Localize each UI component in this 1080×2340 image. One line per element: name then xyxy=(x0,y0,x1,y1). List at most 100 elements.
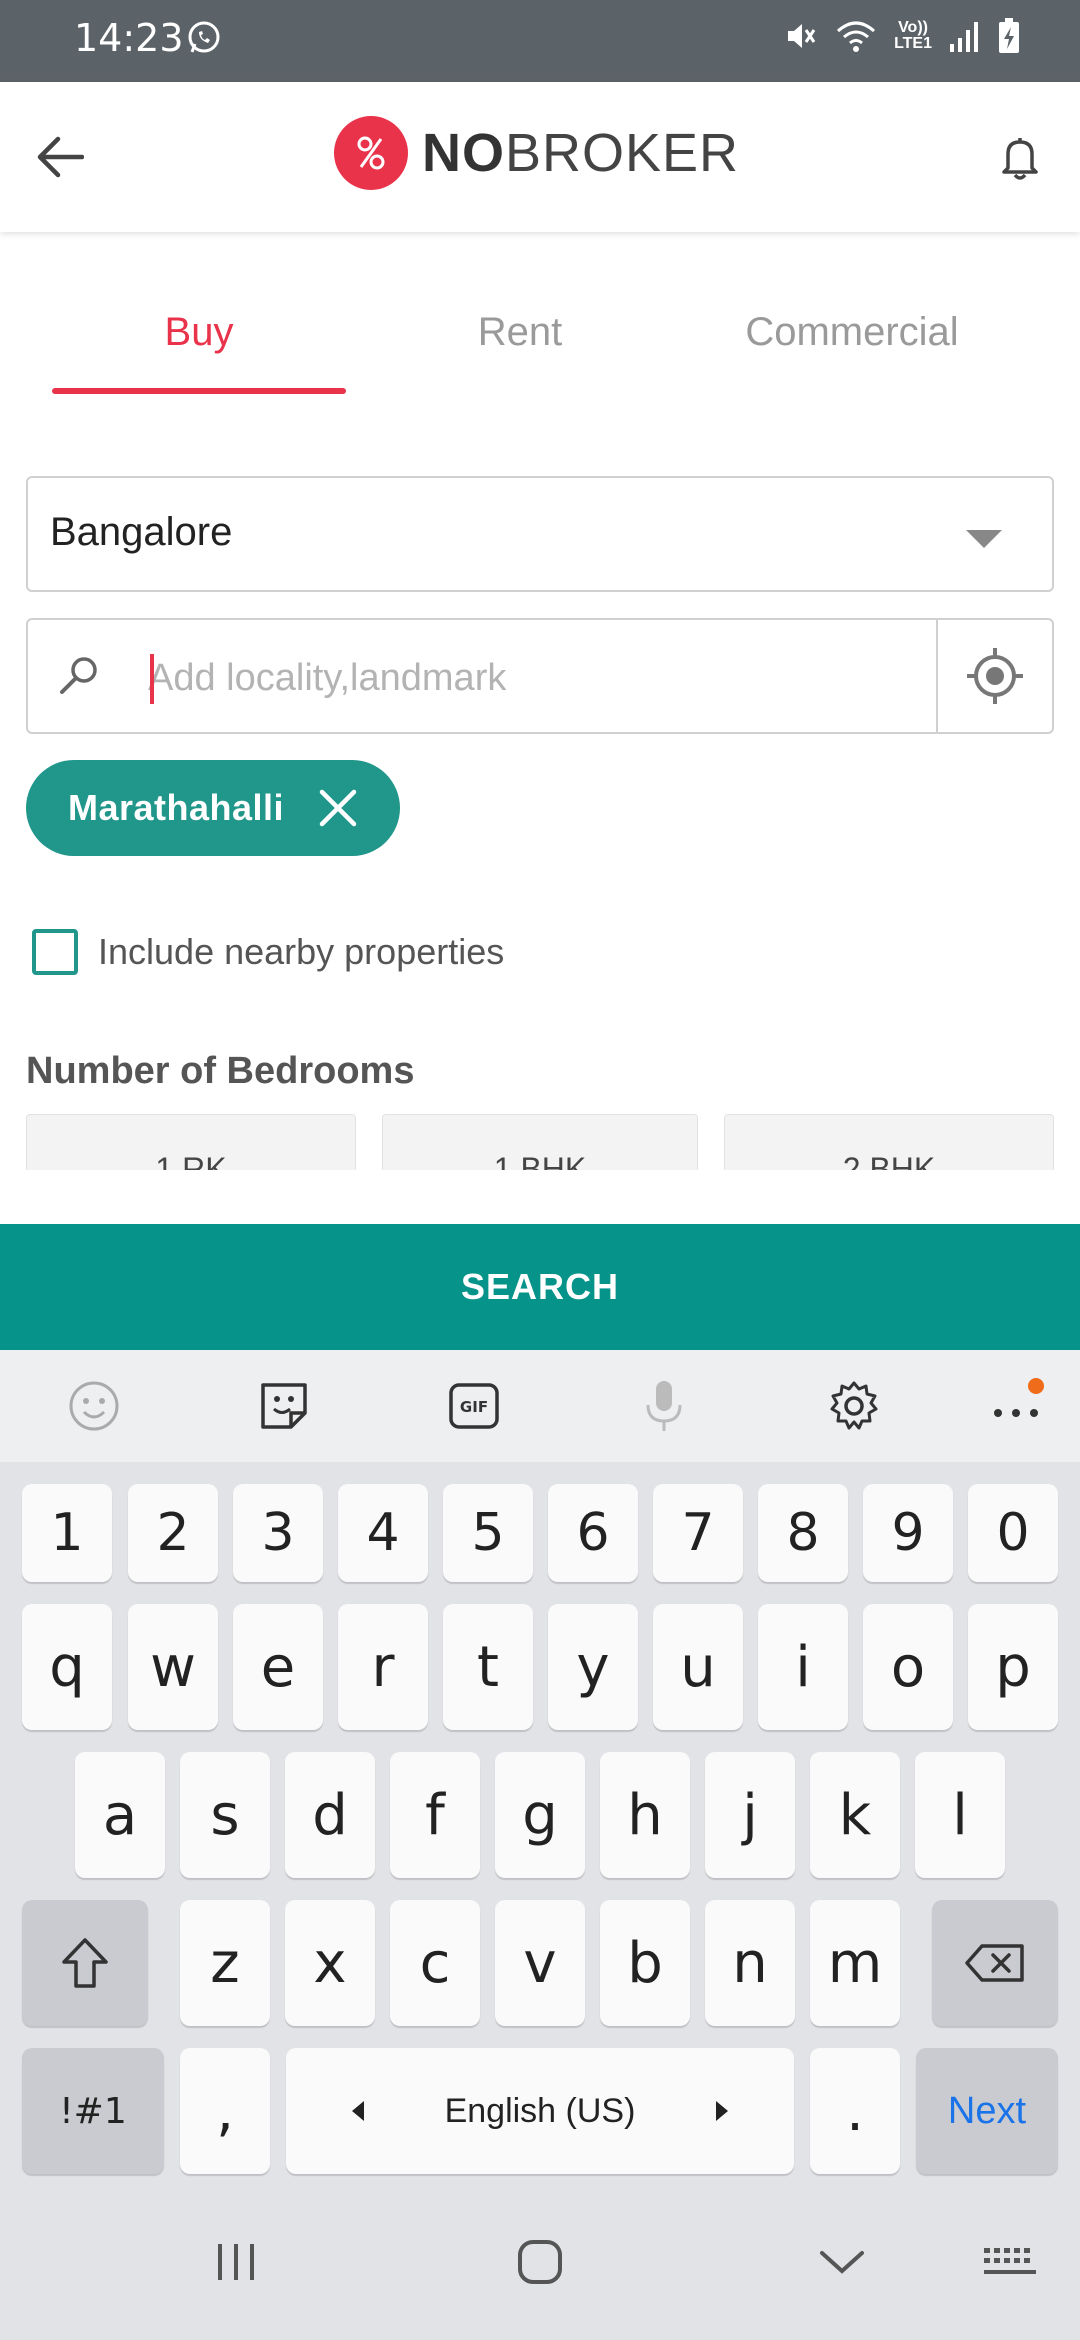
key-a[interactable]: a xyxy=(75,1752,165,1878)
key-5[interactable]: 5 xyxy=(443,1484,533,1582)
key-s[interactable]: s xyxy=(180,1752,270,1878)
hide-keyboard-button[interactable] xyxy=(802,2222,882,2302)
bedroom-options: 1 RK 1 BHK 2 BHK xyxy=(26,1114,1056,1170)
bedrooms-title: Number of Bedrooms xyxy=(26,1050,415,1092)
notification-dot xyxy=(1028,1378,1044,1394)
sticker-icon[interactable] xyxy=(256,1378,312,1434)
logo-text-bold: NO xyxy=(422,123,505,183)
space-key-label: English (US) xyxy=(444,2091,636,2130)
volte-indicator: Vo)) LTE1 xyxy=(894,19,932,52)
home-button[interactable] xyxy=(500,2222,580,2302)
key-b[interactable]: b xyxy=(600,1900,690,2026)
key-l[interactable]: l xyxy=(915,1752,1005,1878)
dropdown-arrow-icon xyxy=(966,530,1002,548)
key-y[interactable]: y xyxy=(548,1604,638,1730)
soft-keyboard: GIF 1 2 3 4 5 6 7 8 9 0 q w e r t y u i … xyxy=(0,1350,1080,2182)
key-4[interactable]: 4 xyxy=(338,1484,428,1582)
key-h[interactable]: h xyxy=(600,1752,690,1878)
key-u[interactable]: u xyxy=(653,1604,743,1730)
key-v[interactable]: v xyxy=(495,1900,585,2026)
recent-apps-button[interactable] xyxy=(196,2222,276,2302)
locality-search-input[interactable] xyxy=(148,648,918,708)
arrow-back-icon xyxy=(37,136,84,178)
key-i[interactable]: i xyxy=(758,1604,848,1730)
microphone-icon[interactable] xyxy=(636,1378,692,1434)
svg-text:GIF: GIF xyxy=(460,1398,488,1416)
search-icon xyxy=(54,652,104,702)
tab-commercial[interactable]: Commercial xyxy=(712,310,992,355)
key-o[interactable]: o xyxy=(863,1604,953,1730)
space-key[interactable]: English (US) xyxy=(286,2048,794,2174)
key-n[interactable]: n xyxy=(705,1900,795,2026)
key-k[interactable]: k xyxy=(810,1752,900,1878)
gif-icon[interactable]: GIF xyxy=(446,1378,502,1434)
key-1[interactable]: 1 xyxy=(22,1484,112,1582)
shift-arrow-icon xyxy=(62,1938,108,1988)
key-w[interactable]: w xyxy=(128,1604,218,1730)
bell-icon xyxy=(1002,138,1038,180)
active-tab-indicator xyxy=(52,388,346,394)
comma-key[interactable]: , xyxy=(180,2048,270,2174)
percent-crossed-logo-icon xyxy=(334,116,408,190)
search-button[interactable]: SEARCH xyxy=(0,1224,1080,1350)
next-key[interactable]: Next xyxy=(916,2048,1058,2174)
settings-icon[interactable] xyxy=(826,1378,882,1434)
back-button[interactable] xyxy=(28,122,92,192)
backspace-icon xyxy=(965,1944,1024,1982)
key-9[interactable]: 9 xyxy=(863,1484,953,1582)
status-icons: Vo)) LTE1 xyxy=(782,18,1020,54)
cursor-right-icon xyxy=(716,2101,728,2121)
gps-target-icon xyxy=(967,648,1023,704)
nobroker-logo: NOBROKER xyxy=(334,116,739,190)
wifi-icon xyxy=(836,19,876,53)
city-value: Bangalore xyxy=(50,510,233,554)
locality-chip: Marathahalli xyxy=(26,760,400,856)
bedroom-option-1bhk[interactable]: 1 BHK xyxy=(382,1114,698,1170)
locality-chip-label: Marathahalli xyxy=(68,787,285,828)
notifications-button[interactable] xyxy=(988,122,1052,192)
status-bar: 14:23 Vo)) LTE1 xyxy=(0,0,1080,82)
key-t[interactable]: t xyxy=(443,1604,533,1730)
close-icon[interactable] xyxy=(318,788,358,828)
key-p[interactable]: p xyxy=(968,1604,1058,1730)
key-z[interactable]: z xyxy=(180,1900,270,2026)
bedroom-option-1rk[interactable]: 1 RK xyxy=(26,1114,356,1170)
chevron-down-icon xyxy=(820,2251,864,2274)
key-j[interactable]: j xyxy=(705,1752,795,1878)
key-2[interactable]: 2 xyxy=(128,1484,218,1582)
keyboard-toolbar: GIF xyxy=(0,1350,1080,1462)
tab-buy[interactable]: Buy xyxy=(52,310,346,355)
key-3[interactable]: 3 xyxy=(233,1484,323,1582)
bedroom-option-2bhk[interactable]: 2 BHK xyxy=(724,1114,1054,1170)
key-x[interactable]: x xyxy=(285,1900,375,2026)
mute-icon xyxy=(782,18,818,54)
home-icon xyxy=(518,2240,562,2284)
include-nearby-checkbox[interactable] xyxy=(32,929,78,975)
key-m[interactable]: m xyxy=(810,1900,900,2026)
key-7[interactable]: 7 xyxy=(653,1484,743,1582)
symbols-key[interactable]: !#1 xyxy=(22,2048,164,2174)
key-c[interactable]: c xyxy=(390,1900,480,2026)
current-location-button[interactable] xyxy=(936,620,1052,732)
key-d[interactable]: d xyxy=(285,1752,375,1878)
locality-search-box xyxy=(26,618,1054,734)
city-dropdown[interactable]: Bangalore xyxy=(26,476,1054,592)
tab-rent[interactable]: Rent xyxy=(420,310,620,355)
backspace-key[interactable] xyxy=(932,1900,1058,2026)
period-key[interactable]: . xyxy=(810,2048,900,2174)
include-nearby-label[interactable]: Include nearby properties xyxy=(98,931,504,973)
status-time: 14:23 xyxy=(74,16,184,60)
key-0[interactable]: 0 xyxy=(968,1484,1058,1582)
shift-key[interactable] xyxy=(22,1900,148,2026)
emoji-icon[interactable] xyxy=(66,1378,122,1434)
key-g[interactable]: g xyxy=(495,1752,585,1878)
key-8[interactable]: 8 xyxy=(758,1484,848,1582)
key-6[interactable]: 6 xyxy=(548,1484,638,1582)
keyboard-switch-button[interactable] xyxy=(970,2222,1050,2302)
key-f[interactable]: f xyxy=(390,1752,480,1878)
key-r[interactable]: r xyxy=(338,1604,428,1730)
battery-charging-icon xyxy=(998,18,1020,54)
keyboard-icon xyxy=(984,2248,1036,2274)
key-q[interactable]: q xyxy=(22,1604,112,1730)
key-e[interactable]: e xyxy=(233,1604,323,1730)
